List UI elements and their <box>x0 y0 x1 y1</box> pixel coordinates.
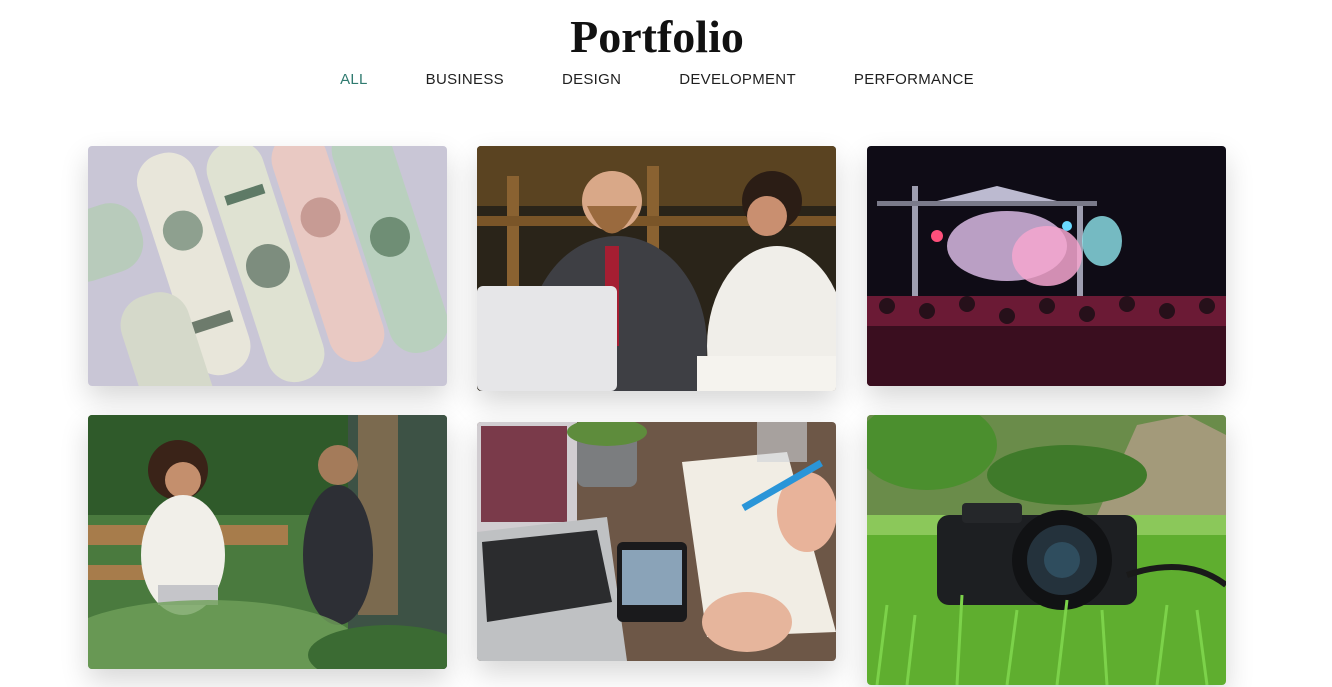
portfolio-item-business-meeting[interactable] <box>477 146 836 391</box>
page-title: Portfolio <box>570 11 744 62</box>
camera-image <box>867 415 1226 685</box>
filter-business[interactable]: BUSINESS <box>397 70 533 90</box>
filter-performance[interactable]: PERFORMANCE <box>825 70 1003 90</box>
desk-workspace-image <box>477 422 836 661</box>
portfolio-item-concert[interactable] <box>867 146 1226 386</box>
portfolio-item-desk-workspace[interactable] <box>477 422 836 661</box>
portfolio-item-outdoor-meeting[interactable] <box>88 415 447 669</box>
business-meeting-image <box>477 146 836 391</box>
filter-all[interactable]: ALL <box>311 70 397 90</box>
concert-image <box>867 146 1226 386</box>
outdoor-meeting-image <box>88 415 447 669</box>
filter-development[interactable]: DEVELOPMENT <box>650 70 825 90</box>
filter-design[interactable]: DESIGN <box>533 70 650 90</box>
portfolio-item-money[interactable] <box>88 146 447 386</box>
portfolio-filter-nav: ALL BUSINESS DESIGN DEVELOPMENT PERFORMA… <box>0 70 1314 90</box>
money-image <box>88 146 447 386</box>
portfolio-item-camera[interactable] <box>867 415 1226 685</box>
